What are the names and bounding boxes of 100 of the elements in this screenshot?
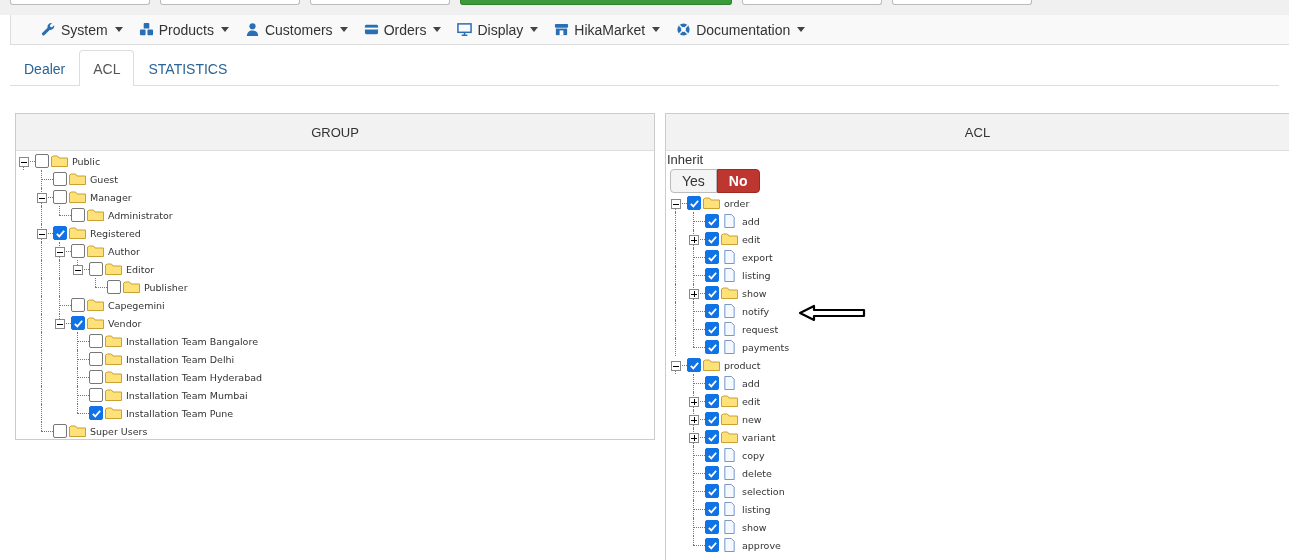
tree-label[interactable]: Installation Team Bangalore	[126, 335, 258, 347]
tree-label[interactable]: listing	[742, 503, 771, 515]
expand-icon[interactable]	[689, 289, 699, 299]
tree-label[interactable]: variant	[742, 431, 776, 443]
checkbox[interactable]	[53, 172, 67, 186]
checkbox[interactable]	[705, 484, 719, 498]
menu-item[interactable]: Display	[457, 21, 539, 38]
checkbox[interactable]	[705, 430, 719, 444]
tree-label[interactable]: new	[742, 413, 762, 425]
collapse-icon[interactable]	[55, 247, 65, 257]
menu-item[interactable]: Products	[138, 21, 229, 38]
tree-label[interactable]: request	[742, 323, 779, 335]
checkbox[interactable]	[89, 370, 103, 384]
menu-item[interactable]: Customers	[244, 21, 348, 38]
tree-label[interactable]: edit	[742, 233, 761, 245]
expand-icon[interactable]	[689, 397, 699, 407]
menu-item[interactable]: Documentation	[676, 21, 806, 38]
checkbox[interactable]	[705, 394, 719, 408]
tree-label[interactable]: Installation Team Mumbai	[126, 389, 248, 401]
checkbox[interactable]	[71, 208, 85, 222]
tree-label[interactable]: notify	[742, 305, 769, 317]
collapse-icon[interactable]	[671, 199, 681, 209]
checkbox[interactable]	[705, 520, 719, 534]
collapse-icon[interactable]	[37, 229, 47, 239]
checkbox[interactable]	[705, 232, 719, 246]
tree-label[interactable]: payments	[742, 341, 790, 353]
collapse-icon[interactable]	[19, 157, 29, 167]
menu-item[interactable]: System	[41, 21, 123, 38]
expand-icon[interactable]	[689, 415, 699, 425]
collapse-icon[interactable]	[73, 265, 83, 275]
tree-label[interactable]: product	[724, 359, 761, 371]
collapse-icon[interactable]	[37, 193, 47, 203]
checkbox[interactable]	[705, 538, 719, 552]
collapse-icon[interactable]	[671, 361, 681, 371]
tree-label[interactable]: Registered	[90, 227, 141, 239]
checkbox[interactable]	[71, 298, 85, 312]
tree-label[interactable]: Installation Team Pune	[126, 407, 234, 419]
checkbox[interactable]	[705, 214, 719, 228]
checkbox[interactable]	[89, 406, 103, 420]
collapse-icon[interactable]	[55, 319, 65, 329]
tab[interactable]: STATISTICS	[134, 50, 242, 86]
checkbox[interactable]	[89, 334, 103, 348]
tree-label[interactable]: show	[742, 521, 767, 533]
menu-item[interactable]: HikaMarket	[554, 21, 661, 38]
checkbox[interactable]	[71, 316, 85, 330]
tree-label[interactable]: show	[742, 287, 767, 299]
caret-icon	[433, 27, 442, 32]
tree-label[interactable]: add	[742, 215, 760, 227]
checkbox[interactable]	[705, 502, 719, 516]
lifebuoy-icon	[676, 22, 692, 37]
expand-icon[interactable]	[689, 433, 699, 443]
checkbox[interactable]	[705, 322, 719, 336]
tree-label[interactable]: Manager	[90, 191, 132, 203]
toggle-button[interactable]: No	[716, 169, 760, 193]
left-arrow-annotation	[798, 304, 868, 322]
tree-label[interactable]: Installation Team Delhi	[126, 353, 235, 365]
checkbox[interactable]	[705, 286, 719, 300]
tree-label[interactable]: Guest	[90, 173, 118, 185]
checkbox[interactable]	[53, 424, 67, 438]
tree-label[interactable]: Capegemini	[108, 299, 165, 311]
tree-label[interactable]: Public	[72, 155, 101, 167]
tree-label[interactable]: delete	[742, 467, 772, 479]
tree-label[interactable]: order	[724, 197, 750, 209]
checkbox[interactable]	[35, 154, 49, 168]
checkbox[interactable]	[53, 226, 67, 240]
tree-label[interactable]: selection	[742, 485, 785, 497]
tree-label[interactable]: copy	[742, 449, 765, 461]
checkbox[interactable]	[89, 388, 103, 402]
checkbox[interactable]	[705, 448, 719, 462]
menu-item[interactable]: Orders	[363, 21, 442, 38]
checkbox[interactable]	[705, 250, 719, 264]
tab[interactable]: ACL	[79, 50, 135, 86]
expand-icon[interactable]	[689, 235, 699, 245]
checkbox[interactable]	[71, 244, 85, 258]
tree-label[interactable]: approve	[742, 539, 781, 551]
checkbox[interactable]	[705, 340, 719, 354]
checkbox[interactable]	[687, 196, 701, 210]
checkbox[interactable]	[705, 268, 719, 282]
tree-label[interactable]: listing	[742, 269, 771, 281]
checkbox[interactable]	[705, 304, 719, 318]
tree-label[interactable]: Publisher	[144, 281, 188, 293]
checkbox[interactable]	[705, 412, 719, 426]
tree-label[interactable]: Administrator	[108, 209, 173, 221]
checkbox[interactable]	[705, 376, 719, 390]
checkbox[interactable]	[687, 358, 701, 372]
tree-label[interactable]: Installation Team Hyderabad	[126, 371, 262, 383]
checkbox[interactable]	[107, 280, 121, 294]
tree-label[interactable]: add	[742, 377, 760, 389]
tab[interactable]: Dealer	[10, 50, 80, 86]
tree-label[interactable]: edit	[742, 395, 761, 407]
tree-label[interactable]: Editor	[126, 263, 155, 275]
tree-label[interactable]: export	[742, 251, 773, 263]
tree-label[interactable]: Vendor	[108, 317, 142, 329]
tree-label[interactable]: Author	[108, 245, 140, 257]
toggle-button[interactable]: Yes	[670, 169, 717, 193]
checkbox[interactable]	[89, 352, 103, 366]
tree-label[interactable]: Super Users	[90, 425, 148, 437]
checkbox[interactable]	[705, 466, 719, 480]
checkbox[interactable]	[89, 262, 103, 276]
checkbox[interactable]	[53, 190, 67, 204]
